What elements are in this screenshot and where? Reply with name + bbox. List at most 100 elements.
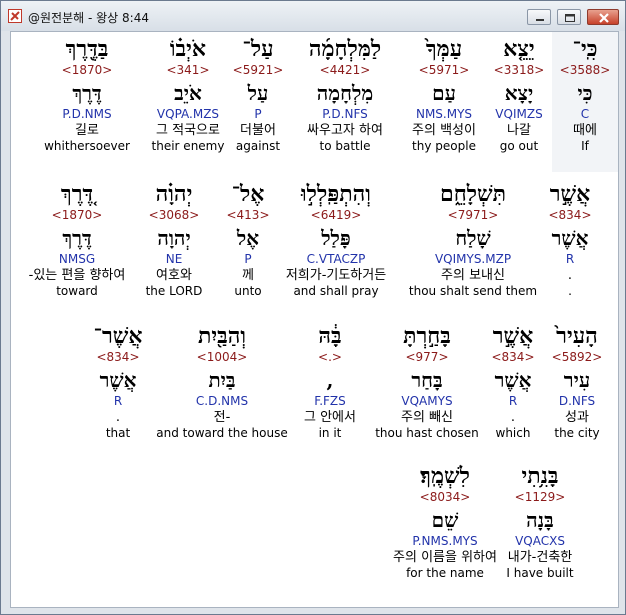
hebrew-lemma: מִלְחָמָה <box>316 81 374 105</box>
english-gloss: whithersoever <box>44 139 130 153</box>
hebrew-word: אֶל־ <box>231 181 265 207</box>
english-gloss: thy people <box>412 139 476 153</box>
parsing-code: P <box>244 252 252 266</box>
word-cell[interactable]: הָעִיר֙ <5892> עִיר D.NFS 성과 the city <box>542 322 612 441</box>
korean-gloss: 주의 빼신 <box>401 410 453 425</box>
word-cell[interactable]: אֲשֶׁ֣ר <834> אֲשֶׁר R. which <box>483 322 543 441</box>
parsing-code: C <box>580 107 590 121</box>
parsing-code: VQIMZS <box>495 107 543 121</box>
hebrew-lemma: כִּי <box>577 81 593 105</box>
english-gloss: unto <box>234 284 262 298</box>
word-cell[interactable]: לִשְׁמֶֽךָ׃ <8034> שֵׁם P.NMS.MYS 주의 이름을 위하여… <box>370 462 520 581</box>
strong-number: <1870> <box>61 63 113 77</box>
parsing-code: D.NFS <box>558 394 596 408</box>
word-cell[interactable]: לַמִּלְחָמָ֜ה <4421> מִלְחָמָה P.D.NFS 싸우고자 … <box>285 35 405 154</box>
hebrew-lemma: , <box>326 368 334 392</box>
hebrew-word: וְהַבַּ֖יִת <box>197 323 247 349</box>
korean-gloss: . <box>510 410 516 425</box>
parsing-code: C.VTACZP <box>306 252 366 266</box>
parsing-code: VQIMYS.MZP <box>434 252 512 266</box>
strong-number: <1004> <box>196 350 248 364</box>
parsing-code: F.FZS <box>314 394 346 408</box>
korean-gloss: 그 적국으로 <box>156 123 220 138</box>
parsing-code: VQPA.MZS <box>156 107 220 121</box>
korean-gloss: 주의 이름을 위하여 <box>393 550 497 565</box>
word-cell[interactable]: אֹיְב֗וֹ <341> אֹיֵב VQPA.MZS 그 적국으로 their en… <box>138 35 238 154</box>
strong-number: <3588> <box>559 63 611 77</box>
hebrew-lemma: דֶּרֶךְ <box>62 226 92 250</box>
strong-number: <413> <box>226 208 270 222</box>
hebrew-word: תִּשְׁלָחֵ֑ם <box>439 181 507 207</box>
hebrew-lemma: אֲשֶׁר <box>494 368 532 392</box>
strong-number: <5971> <box>418 63 470 77</box>
korean-gloss: 그 안에서 <box>304 410 356 425</box>
hebrew-word: עַמְּךָ֙ <box>425 36 463 62</box>
hebrew-word: לַמִּלְחָמָ֜ה <box>308 36 382 62</box>
hebrew-word: אֲשֶׁ֣ר <box>492 323 534 349</box>
maximize-icon <box>565 14 575 22</box>
parsing-code: C.D.NMS <box>195 394 249 408</box>
hebrew-lemma: יָצָא <box>504 81 534 105</box>
strong-number: <6419> <box>310 208 362 222</box>
interlinear-panel[interactable]: כִּֽי־ <3588> כִּי C 때에 If יֵצֵ֤א <3318> יָצָא VQ… <box>10 31 619 608</box>
strong-number: <1870> <box>51 208 103 222</box>
english-gloss: that <box>105 426 131 440</box>
hebrew-lemma: בָּחַר <box>411 368 443 392</box>
parsing-code: R <box>508 394 518 408</box>
close-button[interactable] <box>587 9 619 25</box>
word-cell[interactable]: יֵצֵ֤א <3318> יָצָא VQIMZS 나갈 go out <box>484 35 554 154</box>
app-window: @원전분해 - 왕상 8:44 כִּֽי־ <3588> כִּי C 때에 If יֵצ… <box>0 0 626 615</box>
english-gloss: in it <box>318 426 342 440</box>
english-gloss: which <box>495 426 531 440</box>
strong-number: <5892> <box>551 350 603 364</box>
english-gloss: thou hast chosen <box>375 426 479 440</box>
hebrew-word: בָּ֔הּ <box>318 323 342 349</box>
strong-number: <.> <box>318 350 342 364</box>
strong-number: <834> <box>491 350 535 364</box>
word-cell[interactable]: בָּ֔הּ <.>, F.FZS 그 안에서 in it <box>285 322 375 441</box>
hebrew-lemma: פָּלַל <box>321 226 351 250</box>
hebrew-lemma: אֲשֶׁר <box>99 368 137 392</box>
parsing-code: NMSG <box>58 252 96 266</box>
word-cell[interactable]: בַּדֶּ֖רֶךְ <1870> דֶּרֶךְ P.D.NMS 길로 whither… <box>37 35 137 154</box>
hebrew-lemma: עִיר <box>563 368 591 392</box>
hebrew-word: אֲשֶׁר־ <box>93 323 143 349</box>
maximize-button[interactable] <box>557 9 581 25</box>
word-cell[interactable]: אֲשֶׁר־ <834> אֲשֶׁר R. that <box>83 322 153 441</box>
korean-gloss: 때에 <box>573 123 597 138</box>
word-cell[interactable]: וְהַבַּ֖יִת <1004> בַּיִת C.D.NMS 전-and towa… <box>147 322 297 441</box>
korean-gloss: 주의 백성이 <box>412 123 476 138</box>
english-gloss: go out <box>499 139 539 153</box>
title-bar[interactable]: @원전분해 - 왕상 8:44 <box>1 1 625 31</box>
word-cell[interactable]: דֶּ֚רֶךְ <1870> דֶּרֶךְ NMSG -있는 편을 향하여 towar… <box>11 180 147 299</box>
strong-number: <834> <box>96 350 140 364</box>
korean-gloss: . <box>567 268 573 283</box>
parsing-code: R <box>113 394 123 408</box>
korean-gloss: 께 <box>242 268 254 283</box>
english-gloss: their enemy <box>151 139 225 153</box>
hebrew-word: כִּֽי־ <box>572 36 598 62</box>
hebrew-word: בַּדֶּ֖רֶךְ <box>65 36 109 62</box>
word-cell[interactable]: כִּֽי־ <3588> כִּי C 때에 If <box>552 35 618 154</box>
korean-gloss: 싸우고자 하여 <box>307 123 383 138</box>
word-cell[interactable]: בָּחַ֣רְתָּ <977> בָּחַר VQAMYS 주의 빼신 thou ha… <box>367 322 487 441</box>
strong-number: <8034> <box>419 490 471 504</box>
word-cell[interactable]: וְהִתְפַּֽלְל֣וּ <6419> פָּלַל C.VTACZP 저희가-… <box>271 180 401 299</box>
minimize-button[interactable] <box>527 9 551 25</box>
parsing-code: P.D.NMS <box>62 107 112 121</box>
hebrew-lemma: אֶל <box>236 226 260 250</box>
parsing-code: VQAMYS <box>401 394 453 408</box>
word-cell[interactable]: אֶל־ <413> אֶל P 께 unto <box>218 180 278 299</box>
window-title: @원전분해 - 왕상 8:44 <box>28 11 149 25</box>
english-gloss: thou shalt send them <box>408 284 538 298</box>
hebrew-word: וְהִתְפַּֽלְל֣וּ <box>301 181 371 207</box>
strong-number: <3318> <box>493 63 545 77</box>
korean-gloss: 주의 보내신 <box>441 268 505 283</box>
word-cell[interactable]: אֲשֶׁ֣ר <834> אֲשֶׁר R.. <box>535 180 605 299</box>
close-icon <box>599 13 609 23</box>
hebrew-lemma: בַּיִת <box>208 368 236 392</box>
word-cell[interactable]: תִּשְׁלָחֵ֑ם <7971> שָׁלַח VQIMYS.MZP 주의 보내신… <box>408 180 538 299</box>
english-gloss: . <box>568 284 572 298</box>
word-cell[interactable]: עַמְּךָ֙ <5971> עַם NMS.MYS 주의 백성이 thy people <box>394 35 494 154</box>
parsing-code: P.D.NFS <box>322 107 368 121</box>
